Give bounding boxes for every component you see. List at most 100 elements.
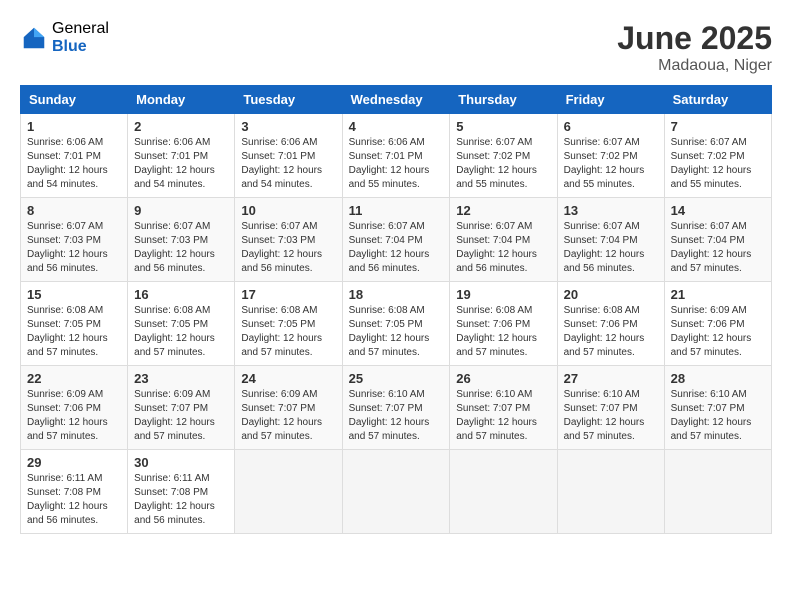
calendar-day-cell: 18 Sunrise: 6:08 AMSunset: 7:05 PMDayligh… <box>342 282 450 366</box>
calendar-day-cell <box>450 450 557 534</box>
day-info: Sunrise: 6:06 AMSunset: 7:01 PMDaylight:… <box>27 136 121 192</box>
day-number: 7 <box>671 119 765 134</box>
calendar-day-cell: 14 Sunrise: 6:07 AMSunset: 7:04 PMDayligh… <box>664 198 771 282</box>
day-info: Sunrise: 6:09 AMSunset: 7:07 PMDaylight:… <box>134 388 228 444</box>
calendar-day-cell: 19 Sunrise: 6:08 AMSunset: 7:06 PMDayligh… <box>450 282 557 366</box>
day-info: Sunrise: 6:07 AMSunset: 7:04 PMDaylight:… <box>564 220 658 276</box>
page-header: General Blue June 2025 Madaoua, Niger <box>20 20 772 75</box>
day-number: 29 <box>27 455 121 470</box>
title-area: June 2025 Madaoua, Niger <box>617 20 772 75</box>
day-info: Sunrise: 6:09 AMSunset: 7:06 PMDaylight:… <box>671 304 765 360</box>
day-info: Sunrise: 6:08 AMSunset: 7:06 PMDaylight:… <box>456 304 550 360</box>
day-number: 24 <box>241 371 335 386</box>
calendar-day-cell: 11 Sunrise: 6:07 AMSunset: 7:04 PMDayligh… <box>342 198 450 282</box>
day-number: 15 <box>27 287 121 302</box>
day-number: 16 <box>134 287 228 302</box>
day-info: Sunrise: 6:10 AMSunset: 7:07 PMDaylight:… <box>564 388 658 444</box>
day-number: 18 <box>349 287 444 302</box>
day-info: Sunrise: 6:06 AMSunset: 7:01 PMDaylight:… <box>241 136 335 192</box>
day-info: Sunrise: 6:11 AMSunset: 7:08 PMDaylight:… <box>134 472 228 528</box>
logo-icon <box>20 24 48 52</box>
logo-blue: Blue <box>52 38 109 56</box>
calendar-day-cell: 7 Sunrise: 6:07 AMSunset: 7:02 PMDaylight… <box>664 114 771 198</box>
calendar-week-row: 8 Sunrise: 6:07 AMSunset: 7:03 PMDaylight… <box>21 198 772 282</box>
day-number: 17 <box>241 287 335 302</box>
calendar-week-row: 29 Sunrise: 6:11 AMSunset: 7:08 PMDayligh… <box>21 450 772 534</box>
day-info: Sunrise: 6:07 AMSunset: 7:02 PMDaylight:… <box>671 136 765 192</box>
calendar-day-cell: 23 Sunrise: 6:09 AMSunset: 7:07 PMDayligh… <box>128 366 235 450</box>
day-info: Sunrise: 6:07 AMSunset: 7:03 PMDaylight:… <box>27 220 121 276</box>
day-number: 3 <box>241 119 335 134</box>
day-number: 1 <box>27 119 121 134</box>
day-number: 12 <box>456 203 550 218</box>
month-title: June 2025 <box>617 20 772 57</box>
calendar-week-row: 1 Sunrise: 6:06 AMSunset: 7:01 PMDaylight… <box>21 114 772 198</box>
weekday-header: Sunday <box>21 86 128 114</box>
calendar-day-cell: 15 Sunrise: 6:08 AMSunset: 7:05 PMDayligh… <box>21 282 128 366</box>
day-info: Sunrise: 6:11 AMSunset: 7:08 PMDaylight:… <box>27 472 121 528</box>
day-number: 4 <box>349 119 444 134</box>
calendar-day-cell: 24 Sunrise: 6:09 AMSunset: 7:07 PMDayligh… <box>235 366 342 450</box>
day-info: Sunrise: 6:08 AMSunset: 7:05 PMDaylight:… <box>27 304 121 360</box>
day-info: Sunrise: 6:06 AMSunset: 7:01 PMDaylight:… <box>134 136 228 192</box>
calendar-day-cell: 25Sunrise: 6:10 AMSunset: 7:07 PMDayligh… <box>342 366 450 450</box>
day-info: Sunrise: 6:07 AMSunset: 7:04 PMDaylight:… <box>671 220 765 276</box>
calendar-day-cell: 2Sunrise: 6:06 AMSunset: 7:01 PMDaylight… <box>128 114 235 198</box>
weekday-header: Friday <box>557 86 664 114</box>
calendar-day-cell <box>664 450 771 534</box>
calendar-day-cell: 1 Sunrise: 6:06 AMSunset: 7:01 PMDaylight… <box>21 114 128 198</box>
day-number: 14 <box>671 203 765 218</box>
day-number: 27 <box>564 371 658 386</box>
calendar-day-cell: 26 Sunrise: 6:10 AMSunset: 7:07 PMDayligh… <box>450 366 557 450</box>
logo: General Blue <box>20 20 109 55</box>
day-info: Sunrise: 6:10 AMSunset: 7:07 PMDaylight:… <box>456 388 550 444</box>
day-number: 19 <box>456 287 550 302</box>
day-info: Sunrise: 6:10 AMSunset: 7:07 PMDaylight:… <box>671 388 765 444</box>
calendar-day-cell: 30 Sunrise: 6:11 AMSunset: 7:08 PMDayligh… <box>128 450 235 534</box>
calendar-day-cell: 28 Sunrise: 6:10 AMSunset: 7:07 PMDayligh… <box>664 366 771 450</box>
calendar-day-cell: 17 Sunrise: 6:08 AMSunset: 7:05 PMDayligh… <box>235 282 342 366</box>
calendar-day-cell: 4 Sunrise: 6:06 AMSunset: 7:01 PMDaylight… <box>342 114 450 198</box>
day-number: 6 <box>564 119 658 134</box>
day-info: Sunrise: 6:06 AMSunset: 7:01 PMDaylight:… <box>349 136 444 192</box>
day-info: Sunrise: 6:09 AMSunset: 7:07 PMDaylight:… <box>241 388 335 444</box>
day-number: 26 <box>456 371 550 386</box>
day-info: Sunrise: 6:07 AMSunset: 7:03 PMDaylight:… <box>241 220 335 276</box>
day-info: Sunrise: 6:08 AMSunset: 7:05 PMDaylight:… <box>349 304 444 360</box>
calendar-day-cell <box>342 450 450 534</box>
calendar-day-cell <box>557 450 664 534</box>
calendar-day-cell: 8 Sunrise: 6:07 AMSunset: 7:03 PMDaylight… <box>21 198 128 282</box>
day-number: 8 <box>27 203 121 218</box>
calendar-table: SundayMondayTuesdayWednesdayThursdayFrid… <box>20 85 772 534</box>
day-info: Sunrise: 6:08 AMSunset: 7:05 PMDaylight:… <box>241 304 335 360</box>
calendar-day-cell: 27 Sunrise: 6:10 AMSunset: 7:07 PMDayligh… <box>557 366 664 450</box>
day-info: Sunrise: 6:07 AMSunset: 7:03 PMDaylight:… <box>134 220 228 276</box>
calendar-day-cell: 12Sunrise: 6:07 AMSunset: 7:04 PMDayligh… <box>450 198 557 282</box>
calendar-header-row: SundayMondayTuesdayWednesdayThursdayFrid… <box>21 86 772 114</box>
day-number: 11 <box>349 203 444 218</box>
weekday-header: Tuesday <box>235 86 342 114</box>
calendar-day-cell: 5Sunrise: 6:07 AMSunset: 7:02 PMDaylight… <box>450 114 557 198</box>
day-info: Sunrise: 6:08 AMSunset: 7:05 PMDaylight:… <box>134 304 228 360</box>
day-info: Sunrise: 6:08 AMSunset: 7:06 PMDaylight:… <box>564 304 658 360</box>
day-number: 9 <box>134 203 228 218</box>
day-number: 23 <box>134 371 228 386</box>
weekday-header: Monday <box>128 86 235 114</box>
day-info: Sunrise: 6:09 AMSunset: 7:06 PMDaylight:… <box>27 388 121 444</box>
day-number: 30 <box>134 455 228 470</box>
day-number: 28 <box>671 371 765 386</box>
calendar-day-cell: 29 Sunrise: 6:11 AMSunset: 7:08 PMDayligh… <box>21 450 128 534</box>
calendar-week-row: 15 Sunrise: 6:08 AMSunset: 7:05 PMDayligh… <box>21 282 772 366</box>
logo-text: General Blue <box>52 20 109 55</box>
calendar-week-row: 22Sunrise: 6:09 AMSunset: 7:06 PMDayligh… <box>21 366 772 450</box>
day-number: 20 <box>564 287 658 302</box>
calendar-day-cell: 22Sunrise: 6:09 AMSunset: 7:06 PMDayligh… <box>21 366 128 450</box>
logo-general: General <box>52 20 109 38</box>
day-number: 25 <box>349 371 444 386</box>
day-info: Sunrise: 6:07 AMSunset: 7:04 PMDaylight:… <box>349 220 444 276</box>
weekday-header: Thursday <box>450 86 557 114</box>
weekday-header: Saturday <box>664 86 771 114</box>
location: Madaoua, Niger <box>617 57 772 75</box>
weekday-header: Wednesday <box>342 86 450 114</box>
day-number: 21 <box>671 287 765 302</box>
